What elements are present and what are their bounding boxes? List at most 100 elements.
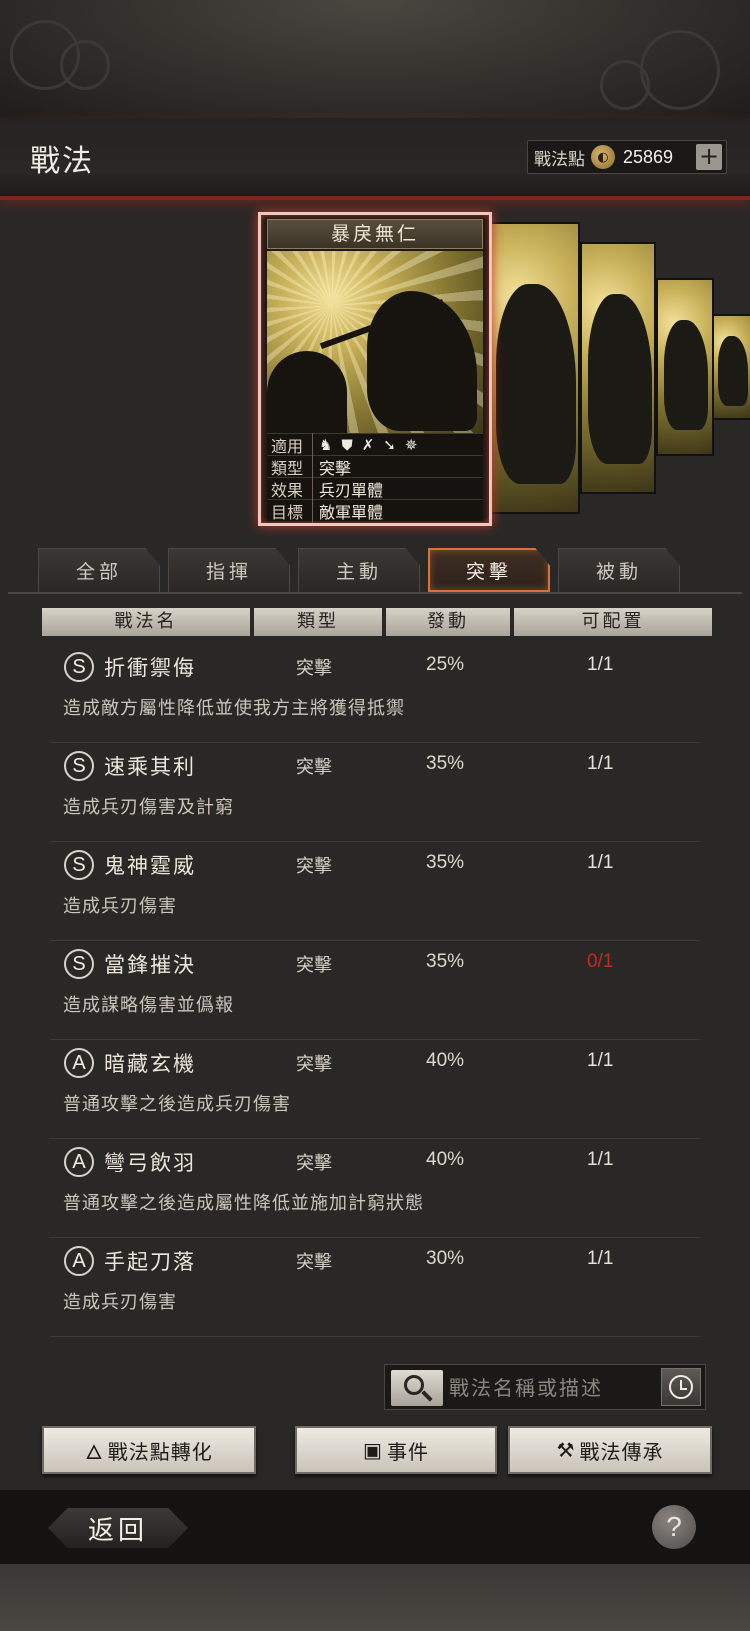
tactic-slots: 1/1 [587, 1149, 614, 1170]
search-input[interactable] [449, 1371, 645, 1405]
card-preview-2[interactable] [580, 242, 656, 494]
search-bar [384, 1364, 706, 1410]
card-row-type: 類型 突擊 [267, 454, 483, 479]
inherit-button[interactable]: ⚒ 戰法傳承 [508, 1426, 712, 1474]
category-tabs: 全部 指揮 主動 突擊 被動 [38, 548, 680, 592]
list-item[interactable]: S 鬼神霆威 突擊 35% 1/1 造成兵刃傷害 [50, 842, 700, 941]
tactic-description: 造成兵刃傷害及計窮 [63, 797, 234, 818]
card-artwork [267, 251, 483, 433]
card-preview-4[interactable] [712, 314, 750, 420]
tactic-description: 造成謀略傷害並僞報 [63, 995, 234, 1016]
tactic-rate: 35% [426, 951, 465, 972]
card-row-units: 適用 ♞ ⛊ ✗ ➘ ✵ [267, 432, 483, 457]
card-info: 適用 ♞ ⛊ ✗ ➘ ✵ 類型 突擊 效果 兵刃單體 目標 敵軍單體 [267, 432, 483, 523]
tactic-description: 普通攻擊之後造成屬性降低並施加計窮狀態 [63, 1193, 424, 1214]
tactic-slots: 1/1 [587, 753, 614, 774]
tactic-points-box: 戰法點 ◐ 25869 + [527, 140, 727, 174]
card-row-effect: 效果 兵刃單體 [267, 476, 483, 501]
list-item[interactable]: A 手起刀落 突擊 30% 1/1 造成兵刃傷害 [50, 1238, 700, 1337]
tactic-name: 彎弓飲羽 [104, 1151, 196, 1175]
tactic-rate: 40% [426, 1149, 465, 1170]
column-headers: 戰法名 類型 發動 可配置 [42, 608, 712, 636]
tactic-slots: 1/1 [587, 852, 614, 873]
top-decoration [0, 0, 750, 118]
horse-icon: ♞ [319, 435, 333, 454]
points-coin-icon: ◐ [591, 145, 615, 169]
tactic-slots: 1/1 [587, 654, 614, 675]
shield-icon: ⛊ [341, 435, 353, 454]
tactic-rate: 40% [426, 1050, 465, 1071]
page-title: 戰法 [30, 144, 94, 179]
back-button[interactable]: 返回 [48, 1508, 188, 1548]
tactic-description: 造成兵刃傷害 [63, 1292, 177, 1313]
help-button[interactable]: ? [652, 1505, 696, 1549]
bottom-decoration [0, 1564, 750, 1631]
grade-badge: S [64, 652, 94, 682]
tactic-name: 當鋒摧決 [104, 953, 196, 977]
history-button[interactable] [661, 1368, 701, 1406]
list-item[interactable]: A 彎弓飲羽 突擊 40% 1/1 普通攻擊之後造成屬性降低並施加計窮狀態 [50, 1139, 700, 1238]
tactic-description: 造成敵方屬性降低並使我方主將獲得抵禦 [63, 698, 405, 719]
list-item[interactable]: A 暗藏玄機 突擊 40% 1/1 普通攻擊之後造成兵刃傷害 [50, 1040, 700, 1139]
tactic-rate: 25% [426, 654, 465, 675]
tactic-name: 折衝禦侮 [104, 656, 196, 680]
list-item[interactable]: S 速乘其利 突擊 35% 1/1 造成兵刃傷害及計窮 [50, 743, 700, 842]
tactic-type: 突擊 [296, 1054, 332, 1075]
bow-icon: ✗ [361, 435, 375, 454]
tactic-description: 造成兵刃傷害 [63, 896, 177, 917]
tab-assault[interactable]: 突擊 [428, 548, 550, 592]
grade-badge: S [64, 751, 94, 781]
tactic-name: 手起刀落 [104, 1250, 196, 1274]
tactic-type: 突擊 [296, 757, 332, 778]
tactic-name: 鬼神霆威 [104, 854, 196, 878]
tab-active[interactable]: 主動 [298, 548, 420, 592]
wheel-icon: ✵ [404, 435, 418, 454]
tactic-type: 突擊 [296, 856, 332, 877]
hammer-icon: ⚒ [556, 1438, 576, 1462]
search-button[interactable] [391, 1370, 443, 1406]
points-label: 戰法點 [534, 149, 585, 170]
tactic-rate: 35% [426, 753, 465, 774]
tab-command[interactable]: 指揮 [168, 548, 290, 592]
tactic-rate: 35% [426, 852, 465, 873]
add-points-button[interactable]: + [696, 144, 722, 170]
tactic-type: 突擊 [296, 1252, 332, 1273]
tactic-name: 暗藏玄機 [104, 1052, 196, 1076]
card-row-target: 目標 敵軍單體 [267, 498, 483, 523]
grade-badge: A [64, 1147, 94, 1177]
events-button[interactable]: ▣ 事件 [295, 1426, 497, 1474]
tactic-description: 普通攻擊之後造成兵刃傷害 [63, 1094, 291, 1115]
card-preview-3[interactable] [656, 278, 714, 456]
tactic-slots: 0/1 [587, 951, 614, 972]
tactic-type: 突擊 [296, 955, 332, 976]
tactic-slots: 1/1 [587, 1050, 614, 1071]
list-item[interactable]: S 折衝禦侮 突擊 25% 1/1 造成敵方屬性降低並使我方主將獲得抵禦 [50, 644, 700, 743]
column-header-rate[interactable]: 發動 [386, 608, 510, 636]
card-title: 暴戾無仁 [267, 219, 483, 249]
alert-scroll-icon: ▣ [363, 1438, 383, 1462]
tactic-name: 速乘其利 [104, 755, 196, 779]
list-item[interactable]: S 當鋒摧決 突擊 35% 0/1 造成謀略傷害並僞報 [50, 941, 700, 1040]
spear-icon: ➘ [383, 435, 396, 454]
column-header-type[interactable]: 類型 [254, 608, 382, 636]
tab-all[interactable]: 全部 [38, 548, 160, 592]
tactic-slots: 1/1 [587, 1248, 614, 1269]
selected-tactic-card[interactable]: 暴戾無仁 適用 ♞ ⛊ ✗ ➘ ✵ 類型 突擊 效果 兵刃單體 目標 敵軍單體 [258, 212, 492, 526]
column-header-slots[interactable]: 可配置 [514, 608, 712, 636]
convert-points-button[interactable]: 🜂 戰法點轉化 [42, 1426, 256, 1474]
points-value: 25869 [623, 146, 674, 167]
tab-divider [8, 592, 742, 594]
column-header-name[interactable]: 戰法名 [42, 608, 250, 636]
tactic-rate: 30% [426, 1248, 465, 1269]
grade-badge: A [64, 1246, 94, 1276]
flame-icon: 🜂 [85, 1439, 104, 1464]
tactic-type: 突擊 [296, 658, 332, 679]
card-preview-1[interactable] [488, 222, 580, 514]
grade-badge: S [64, 949, 94, 979]
tactic-type: 突擊 [296, 1153, 332, 1174]
tab-passive[interactable]: 被動 [558, 548, 680, 592]
grade-badge: A [64, 1048, 94, 1078]
grade-badge: S [64, 850, 94, 880]
tactic-list: S 折衝禦侮 突擊 25% 1/1 造成敵方屬性降低並使我方主將獲得抵禦 S 速… [50, 644, 700, 1337]
card-carousel[interactable]: 暴戾無仁 適用 ♞ ⛊ ✗ ➘ ✵ 類型 突擊 效果 兵刃單體 目標 敵軍單體 [0, 204, 750, 530]
